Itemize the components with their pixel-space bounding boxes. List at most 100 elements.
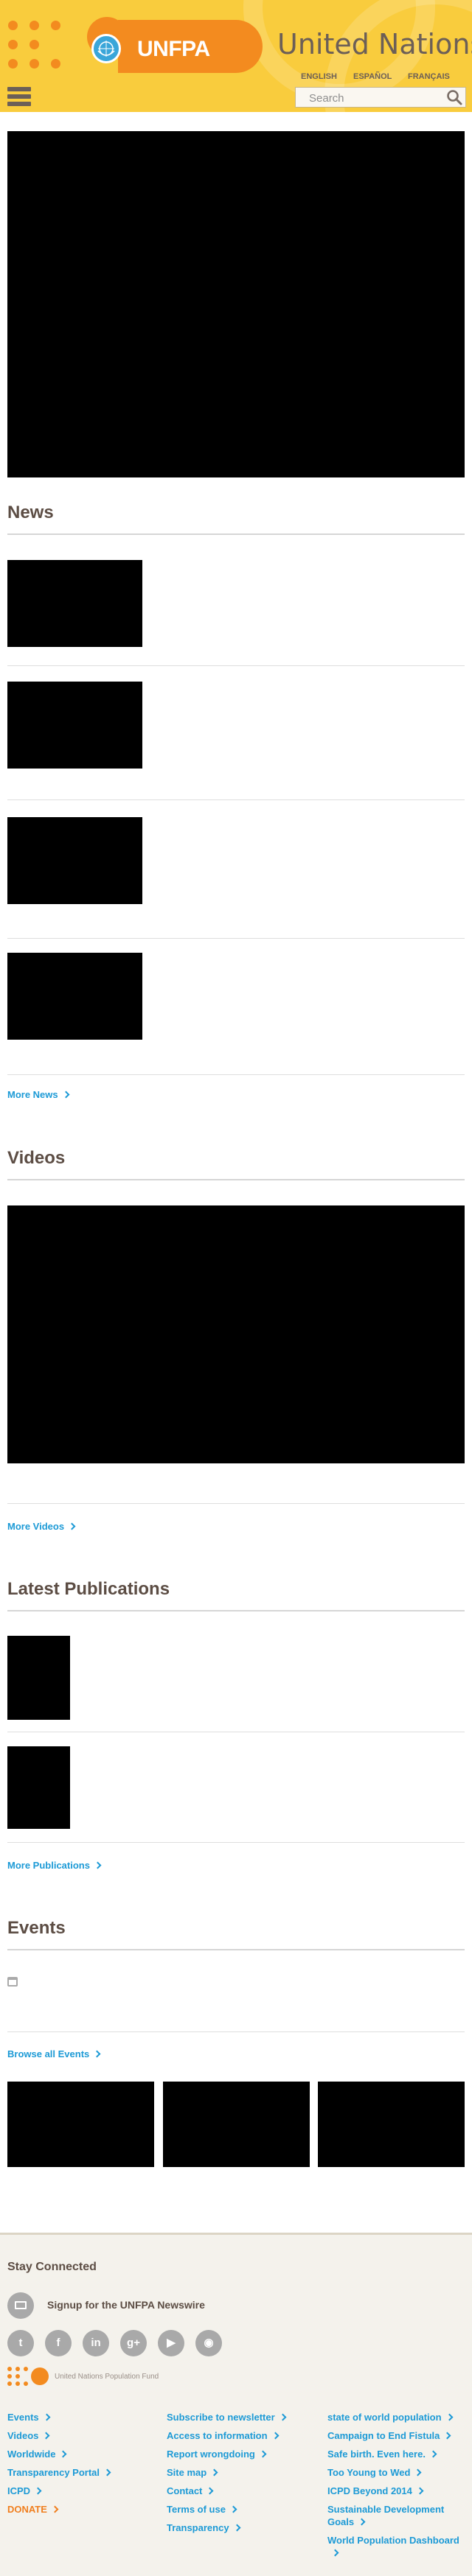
footer-link-label: Site map: [167, 2467, 207, 2478]
footer-link-label: Videos: [7, 2430, 39, 2441]
footer-link-label: Sustainable Development Goals: [327, 2504, 445, 2527]
calendar-icon: [7, 1977, 18, 1987]
footer-link-label: Worldwide: [7, 2449, 56, 2460]
twitter-icon[interactable]: t: [7, 2330, 34, 2356]
rss-icon[interactable]: ◉: [195, 2330, 222, 2356]
divider: [7, 1610, 465, 1611]
chevron-right-icon: [68, 1522, 76, 1530]
search-input[interactable]: [309, 91, 434, 105]
footer-link-label: Too Young to Wed: [327, 2467, 411, 2478]
publications-heading: Latest Publications: [7, 1579, 170, 1599]
footer-logo[interactable]: [7, 2365, 55, 2387]
footer-link-videos[interactable]: Videos: [7, 2429, 50, 2442]
donate-label: DONATE: [7, 2504, 47, 2515]
footer-link-label: ICPD Beyond 2014: [327, 2485, 412, 2496]
lang-francais-link[interactable]: FRANÇAIS: [408, 72, 450, 81]
footer-link-contact[interactable]: Contact: [167, 2485, 214, 2497]
videos-heading: Videos: [7, 1148, 66, 1168]
footer-link-label: state of world population: [327, 2412, 442, 2423]
publication-cover[interactable]: [7, 1746, 70, 1829]
news-thumbnail[interactable]: [7, 953, 142, 1040]
hamburger-menu-icon[interactable]: [7, 87, 31, 106]
googleplus-icon[interactable]: g+: [120, 2330, 147, 2356]
facebook-icon[interactable]: f: [45, 2330, 72, 2356]
promo-banner[interactable]: [7, 2082, 154, 2167]
un-emblem-icon: [91, 34, 121, 63]
footer-link-icpd-beyond[interactable]: ICPD Beyond 2014: [327, 2485, 468, 2497]
hero-image[interactable]: [7, 131, 465, 477]
chevron-right-icon: [43, 2413, 51, 2421]
footer-link-transparency[interactable]: Transparency: [167, 2521, 240, 2534]
logo-dots: [6, 16, 88, 75]
divider: [7, 1842, 465, 1843]
news-thumbnail[interactable]: [7, 560, 142, 647]
chevron-right-icon: [429, 2450, 437, 2458]
footer-link-access-information[interactable]: Access to information: [167, 2429, 279, 2442]
search-icon[interactable]: [446, 89, 462, 105]
footer-link-report-wrongdoing[interactable]: Report wrongdoing: [167, 2448, 267, 2460]
footer-link-worldwide[interactable]: Worldwide: [7, 2448, 67, 2460]
chevron-right-icon: [206, 2487, 214, 2495]
chevron-right-icon: [60, 2450, 67, 2458]
more-news-link[interactable]: More News: [7, 1089, 70, 1100]
footer-link-end-fistula[interactable]: Campaign to End Fistula: [327, 2429, 468, 2442]
news-heading: News: [7, 503, 54, 522]
more-publications-label: More Publications: [7, 1860, 90, 1871]
chevron-right-icon: [414, 2468, 422, 2477]
chevron-right-icon: [42, 2432, 50, 2440]
divider: [7, 1074, 465, 1075]
footer-link-safe-birth[interactable]: Safe birth. Even here.: [327, 2448, 468, 2460]
divider: [7, 533, 465, 535]
publication-cover[interactable]: [7, 1636, 70, 1720]
footer-link-events[interactable]: Events: [7, 2411, 51, 2423]
promo-banner[interactable]: [163, 2082, 310, 2167]
footer-link-terms[interactable]: Terms of use: [167, 2503, 237, 2516]
footer-link-swop[interactable]: state of world population: [327, 2411, 468, 2423]
divider: [7, 1503, 465, 1504]
more-publications-link[interactable]: More Publications: [7, 1860, 102, 1871]
chevron-right-icon: [34, 2487, 42, 2495]
site-footer: Stay Connected Signup for the UNFPA News…: [0, 2233, 472, 2576]
footer-link-subscribe[interactable]: Subscribe to newsletter: [167, 2411, 287, 2423]
youtube-icon[interactable]: ▶: [158, 2330, 184, 2356]
browse-events-label: Browse all Events: [7, 2048, 90, 2059]
donate-link[interactable]: DONATE: [7, 2503, 59, 2516]
divider: [7, 665, 465, 666]
footer-link-label: Access to information: [167, 2430, 268, 2441]
brand-name: UNFPA: [137, 37, 210, 61]
footer-link-transparency-portal[interactable]: Transparency Portal: [7, 2466, 111, 2479]
footer-link-label: ICPD: [7, 2485, 31, 2496]
footer-link-sdg[interactable]: Sustainable Development Goals: [327, 2503, 468, 2528]
footer-link-label: Terms of use: [167, 2504, 226, 2515]
site-title[interactable]: United Nations Population Fund: [277, 28, 472, 60]
promo-banner[interactable]: [318, 2082, 465, 2167]
chevron-right-icon: [279, 2413, 287, 2421]
more-videos-label: More Videos: [7, 1521, 65, 1532]
chevron-right-icon: [51, 2505, 59, 2513]
events-heading: Events: [7, 1918, 66, 1938]
news-thumbnail[interactable]: [7, 682, 142, 769]
news-thumbnail[interactable]: [7, 817, 142, 904]
divider: [7, 2031, 465, 2032]
newswire-signup-link[interactable]: Signup for the UNFPA Newswire: [47, 2299, 205, 2311]
footer-link-too-young[interactable]: Too Young to Wed: [327, 2466, 468, 2479]
more-videos-link[interactable]: More Videos: [7, 1521, 76, 1532]
lang-english-link[interactable]: ENGLISH: [301, 72, 337, 81]
footer-org-name: United Nations Population Fund: [55, 2373, 159, 2381]
video-player[interactable]: [7, 1205, 465, 1463]
chevron-right-icon: [259, 2450, 267, 2458]
footer-border: [0, 2233, 472, 2235]
chevron-right-icon: [94, 1861, 102, 1869]
footer-link-label: Campaign to End Fistula: [327, 2430, 440, 2441]
divider: [7, 799, 465, 800]
site-header: UNFPA United Nations Population Fund ENG…: [0, 0, 472, 112]
lang-espanol-link[interactable]: ESPAÑOL: [353, 72, 392, 81]
browse-events-link[interactable]: Browse all Events: [7, 2048, 101, 2059]
chevron-right-icon: [229, 2505, 237, 2513]
footer-link-icpd[interactable]: ICPD: [7, 2485, 42, 2497]
footer-link-site-map[interactable]: Site map: [167, 2466, 218, 2479]
linkedin-icon[interactable]: in: [83, 2330, 109, 2356]
mail-icon[interactable]: [7, 2292, 34, 2319]
footer-link-population-dashboard[interactable]: World Population Dashboard: [327, 2534, 468, 2559]
chevron-right-icon: [103, 2468, 111, 2477]
